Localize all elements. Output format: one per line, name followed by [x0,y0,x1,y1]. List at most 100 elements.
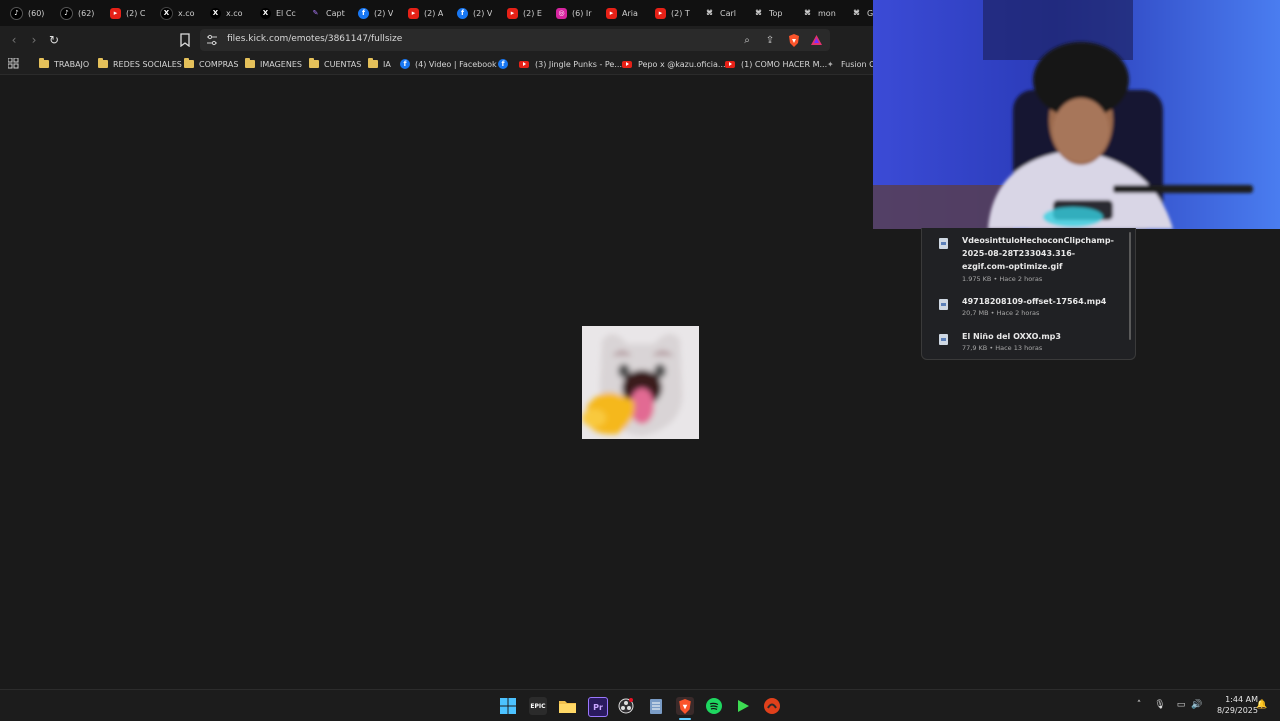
network-icon[interactable]: ▭ [1175,699,1187,711]
clock[interactable]: 1:44 AM 8/29/2025 [1208,694,1258,716]
bookmark-link[interactable]: f (4) Video | Facebook [400,57,497,71]
download-item[interactable]: 49718208109-offset-17564.mp4 20,7 MB • H… [922,295,1122,319]
apps-grid-icon[interactable] [8,58,19,69]
bookmark-folder[interactable]: COMPRAS [184,57,238,71]
browser-toolbar: ‹ › ↻ files.kick.com/emotes/3861147/full… [0,26,874,54]
browser-tab[interactable]: ♪ (62) [60,4,94,22]
browser-tab[interactable]: ▸ (2) C [110,4,145,22]
scrollbar[interactable] [1129,232,1131,340]
notification-icon[interactable]: 🔔 [1256,699,1268,711]
browser-tab[interactable]: ◎ (6) Ir [556,4,592,22]
webcam-overlay [873,0,1280,229]
facebook-icon: f [358,7,369,19]
premiere-pro-icon[interactable]: Pr [588,697,608,717]
bookmark-link[interactable]: f [498,57,513,71]
file-icon [939,334,948,345]
kick-icon: ⌘ [706,9,713,17]
browser-tab[interactable]: ✎ Capt [310,4,345,22]
bookmark-link[interactable]: Pepo x @kazu.oficia... [622,57,726,71]
downloads-panel: VdeosinttuloHechoconClipchamp-2025-08-28… [921,228,1136,360]
browser-tab[interactable]: ▸ (2) E [507,4,542,22]
download-filename: El Niño del OXXO.mp3 [962,332,1061,341]
facebook-icon: f [400,59,410,69]
obs-icon[interactable] [617,697,635,715]
folder-icon [98,58,108,68]
epic-games-icon[interactable]: EPIC [529,697,547,715]
youtube-icon: ▸ [507,7,518,19]
feather-icon: ✎ [312,9,319,17]
clock-time: 1:44 AM [1225,695,1258,704]
notepad-icon[interactable] [647,697,665,715]
bookmark-folder[interactable]: CUENTAS [309,57,361,71]
microphone-icon[interactable]: 🎙 [1154,699,1166,711]
folder-icon [184,58,194,68]
forward-button[interactable]: › [26,32,42,48]
kick-icon: ⌘ [853,9,860,17]
folder-icon [368,58,378,68]
file-explorer-icon[interactable] [558,697,576,715]
youtube-icon [725,60,735,68]
address-bar[interactable]: files.kick.com/emotes/3861147/fullsize ⌕… [200,29,830,51]
download-item[interactable]: El Niño del OXXO.mp3 77,9 KB • Hace 13 h… [922,330,1122,354]
chevron-left-icon: ‹ [11,33,17,47]
x-icon: X [260,7,271,19]
browser-tab[interactable]: ▸ (2) T [655,4,690,22]
youtube-icon [622,60,632,68]
browser-tab[interactable]: ⌘ mon [802,4,836,22]
browser-tab[interactable]: ⌘ Top [753,4,782,22]
browser-tab[interactable]: f (2) V [358,4,393,22]
bookmark-link[interactable]: (3) Jingle Punks - Pe... [519,57,622,71]
bookmark-folder[interactable]: REDES SOCIALES [98,57,182,71]
youtube-icon [519,60,529,68]
browser-tab[interactable]: f (2) V [457,4,492,22]
browser-tab[interactable]: ▸ Aria [606,4,638,22]
bookmark-icon[interactable] [179,33,191,47]
bookmark-link[interactable]: ✦ Fusion Cl [827,57,874,71]
folder-icon [245,58,255,68]
back-button[interactable]: ‹ [6,32,22,48]
bookmarks-bar: TRABAJO REDES SOCIALES COMPRAS IMAGENES … [0,54,874,75]
browser-tab[interactable]: Xx.co [160,4,195,22]
zoom-icon[interactable]: ⌕ [740,33,754,47]
bookmark-link[interactable]: (1) COMO HACER M... [725,57,827,71]
chevron-up-icon[interactable]: ˄ [1133,699,1145,711]
youtube-icon: ▸ [110,7,121,19]
volume-icon[interactable]: 🔊 [1191,699,1203,711]
browser-tab[interactable]: X El Cc [260,4,296,22]
tiktok-icon: ♪ [10,6,23,20]
kick-icon: ⌘ [755,9,762,17]
browser-tab[interactable]: Xx.co [210,4,243,22]
url-text[interactable]: files.kick.com/emotes/3861147/fullsize [227,34,402,44]
spotify-icon[interactable] [705,697,723,715]
youtube-icon: ▸ [655,7,666,19]
download-item[interactable]: VdeosinttuloHechoconClipchamp-2025-08-28… [922,234,1122,286]
browser-tab[interactable]: ♪ (60) [10,4,44,22]
browser-tab[interactable]: ⌘ Carl [704,4,736,22]
bookmark-folder[interactable]: IMAGENES [245,57,302,71]
download-meta: 77,9 KB • Hace 13 horas [962,344,1043,352]
brave-shields-icon[interactable] [787,33,801,47]
reload-button[interactable]: ↻ [46,32,62,48]
facebook-icon: f [457,7,468,19]
bookmark-folder[interactable]: IA [368,57,391,71]
windows-icon [500,698,516,714]
game-app-icon[interactable] [763,697,781,715]
brave-icon[interactable] [676,697,694,715]
site-settings-icon[interactable] [206,34,218,46]
browser-tab[interactable]: ⌘ G [851,4,873,22]
kick-icon: ⌘ [804,9,811,17]
start-button[interactable] [499,697,517,715]
share-icon[interactable]: ⇪ [763,33,777,47]
file-icon [939,299,948,310]
youtube-icon: ▸ [606,7,617,19]
brave-rewards-icon[interactable] [809,33,823,47]
instagram-icon: ◎ [556,7,567,19]
download-meta: 1.975 KB • Hace 2 horas [962,275,1043,283]
site-icon: ✦ [827,60,834,69]
x-icon: X [160,6,173,20]
media-app-icon[interactable] [734,697,752,715]
file-icon [939,238,948,249]
browser-tab[interactable]: ▸ (2) A [408,4,443,22]
reload-icon: ↻ [48,33,60,47]
bookmark-folder[interactable]: TRABAJO [39,57,89,71]
